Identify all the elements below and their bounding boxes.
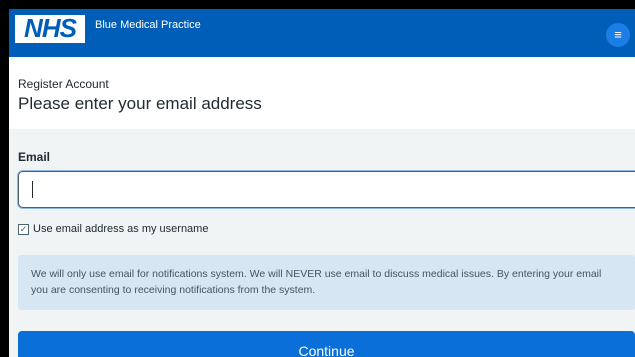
- breadcrumb: Register Account: [18, 77, 109, 91]
- nhs-logo-text: NHS: [24, 13, 77, 43]
- email-form: Email ✓ Use email address as my username…: [9, 129, 635, 357]
- hamburger-menu-icon: ≡: [614, 27, 622, 42]
- email-label: Email: [18, 150, 51, 164]
- use-as-username-checkbox[interactable]: ✓: [18, 224, 29, 235]
- app-header: NHS Blue Medical Practice ≡: [9, 9, 635, 57]
- page-title: Please enter your email address: [18, 94, 262, 113]
- text-caret: [32, 181, 33, 198]
- use-as-username-label[interactable]: Use email address as my username: [33, 223, 273, 235]
- title-section: Register Account Please enter your email…: [9, 57, 635, 129]
- nhs-logo[interactable]: NHS: [15, 13, 85, 43]
- continue-button-label: Continue: [298, 343, 355, 357]
- window-frame-left: [0, 0, 9, 357]
- info-notice: We will only use email for notifications…: [18, 255, 635, 310]
- email-input[interactable]: [18, 171, 635, 208]
- menu-button[interactable]: ≡: [606, 23, 630, 47]
- checkmark-icon: ✓: [19, 224, 28, 234]
- window-frame-top: [0, 0, 635, 9]
- practice-name: Blue Medical Practice: [95, 19, 201, 31]
- continue-button[interactable]: Continue: [18, 331, 635, 357]
- info-notice-text: We will only use email for notifications…: [31, 268, 602, 296]
